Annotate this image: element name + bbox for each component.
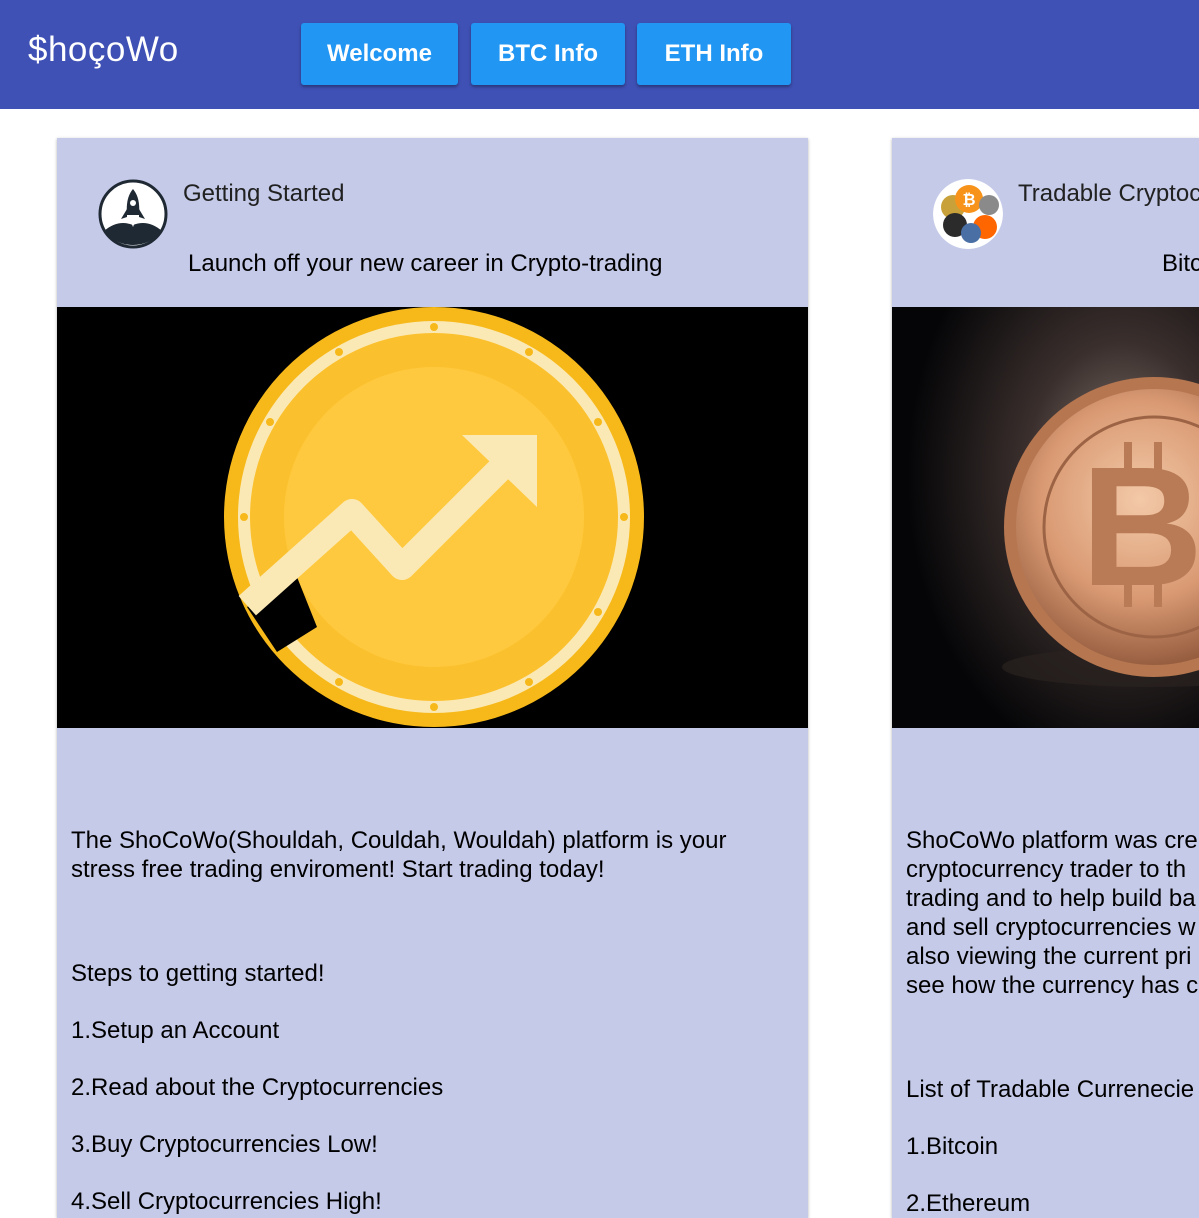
description-line: see how the currency has c xyxy=(906,972,1199,999)
card-subtitle: Launch off your new career in Crypto-tra… xyxy=(188,250,663,277)
card-title: Tradable Cryptoc xyxy=(1018,180,1199,207)
getting-started-card: Getting Started Launch off your new care… xyxy=(57,138,808,1218)
svg-text:₿: ₿ xyxy=(962,191,975,209)
crypto-coins-icon: ₿ xyxy=(933,179,1003,249)
card-subtitle: Bitc xyxy=(1162,250,1199,277)
tradable-crypto-card: ₿ Tradable Cryptoc Bitc B ShoCoWo platfo… xyxy=(892,138,1199,1218)
step-item: 1.Setup an Account xyxy=(71,1017,280,1044)
description-line: ShoCoWo platform was cre xyxy=(906,827,1198,854)
card-content: The ShoCoWo(Shouldah, Couldah, Wouldah) … xyxy=(71,826,791,1218)
bitcoin-coin-image: B xyxy=(892,307,1199,728)
step-item: 2.Read about the Cryptocurrencies xyxy=(71,1074,444,1101)
nav-button-welcome[interactable]: Welcome xyxy=(301,23,458,85)
nav-button-eth-info[interactable]: ETH Info xyxy=(637,23,791,85)
description-line: also viewing the current pri xyxy=(906,943,1192,970)
steps-title: Steps to getting started! xyxy=(71,960,325,987)
description-line: trading and to help build ba xyxy=(906,885,1196,912)
step-item: 3.Buy Cryptocurrencies Low! xyxy=(71,1131,378,1158)
card-content: ShoCoWo platform was cre cryptocurrency … xyxy=(906,826,1199,1218)
top-app-bar: $hoçoWo Welcome BTC Info ETH Info xyxy=(0,0,1199,109)
card-header: ₿ Tradable Cryptoc Bitc xyxy=(892,138,1199,307)
card-title: Getting Started xyxy=(183,180,345,207)
card-header: Getting Started Launch off your new care… xyxy=(57,138,808,307)
svg-text:B: B xyxy=(1081,432,1199,622)
gold-coin-growth-image xyxy=(57,307,808,728)
list-item: 1.Bitcoin xyxy=(906,1133,999,1160)
description-line: and sell cryptocurrencies w xyxy=(906,914,1196,941)
list-title: List of Tradable Currenecie xyxy=(906,1076,1195,1103)
rocket-icon xyxy=(98,179,168,249)
nav-button-btc-info[interactable]: BTC Info xyxy=(471,23,625,85)
description-line: cryptocurrency trader to th xyxy=(906,856,1187,883)
step-item: 4.Sell Cryptocurrencies High! xyxy=(71,1188,382,1215)
platform-description: The ShoCoWo(Shouldah, Couldah, Wouldah) … xyxy=(71,827,727,883)
brand-logo-text[interactable]: $hoçoWo xyxy=(28,30,179,70)
